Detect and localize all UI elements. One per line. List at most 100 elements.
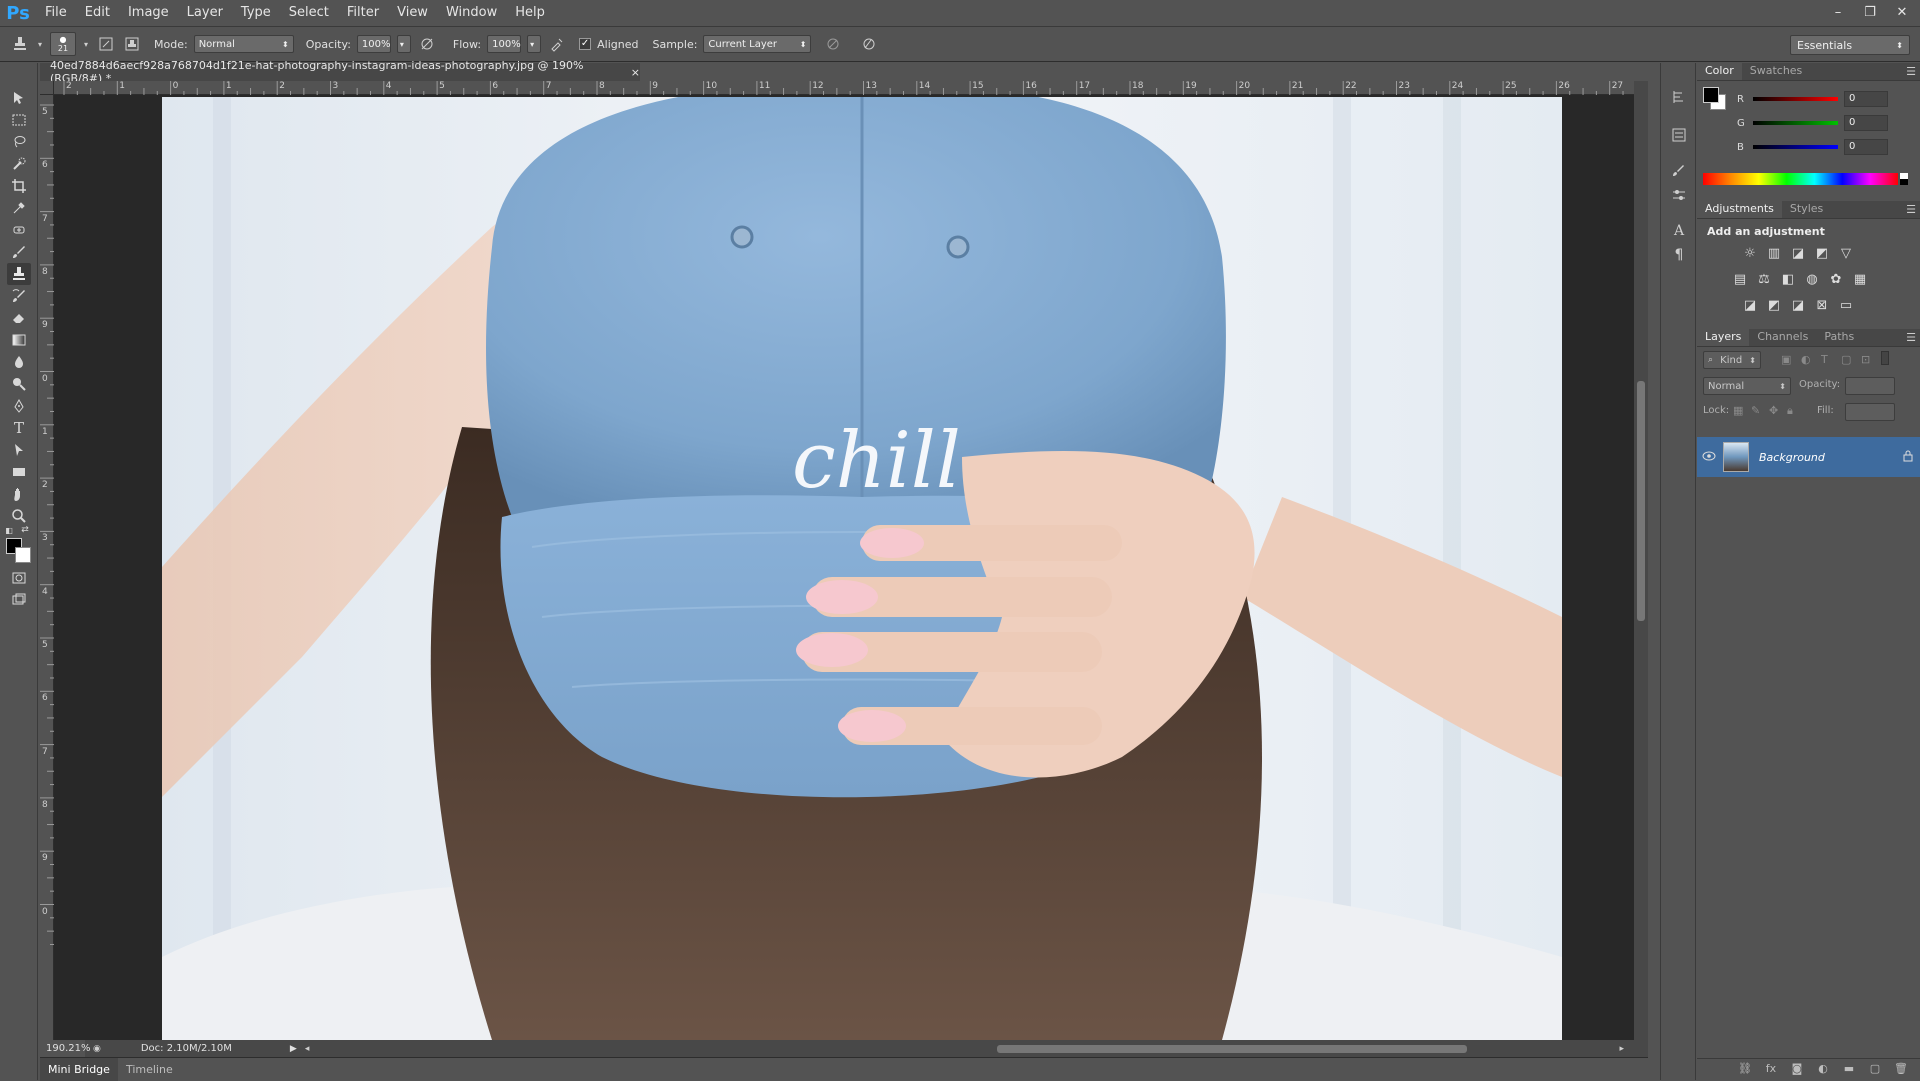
photo-filter-icon[interactable]: ◍ (1803, 271, 1821, 287)
menu-filter[interactable]: Filter (338, 0, 388, 26)
pen-tool-icon[interactable] (7, 395, 31, 417)
shape-filter-icon[interactable]: ▢ (1841, 353, 1851, 366)
threshold-icon[interactable]: ◪ (1789, 297, 1807, 313)
add-mask-icon[interactable]: ◙ (1788, 1062, 1806, 1078)
menu-window[interactable]: Window (437, 0, 506, 26)
panel-menu-icon[interactable]: ☰ (1906, 65, 1916, 78)
vertical-scroll-thumb[interactable] (1637, 381, 1645, 621)
panel-menu-icon[interactable]: ☰ (1906, 203, 1916, 216)
layer-row-background[interactable]: Background (1697, 437, 1920, 477)
workspace-select[interactable]: Essentials ⬍ (1790, 35, 1910, 55)
tab-paths[interactable]: Paths (1816, 328, 1862, 346)
character-panel-icon[interactable]: A (1669, 221, 1689, 241)
tab-timeline[interactable]: Timeline (118, 1058, 181, 1081)
layer-thumbnail[interactable] (1723, 442, 1749, 472)
menu-edit[interactable]: Edit (76, 0, 119, 26)
gradient-tool-icon[interactable] (7, 329, 31, 351)
default-colors-icon[interactable]: ◧ (4, 525, 14, 535)
menu-layer[interactable]: Layer (178, 0, 232, 26)
tab-adjustments[interactable]: Adjustments (1697, 200, 1782, 218)
vertical-ruler[interactable]: 5 6 7 8 9 0 1 2 3 4 5 6 7 8 9 0 (40, 95, 54, 1040)
rectangle-tool-icon[interactable] (7, 461, 31, 483)
invert-icon[interactable]: ◪ (1741, 297, 1759, 313)
menu-file[interactable]: File (36, 0, 76, 26)
marquee-tool-icon[interactable] (7, 109, 31, 131)
close-tab-icon[interactable]: × (631, 66, 640, 79)
canvas-area[interactable]: chill (54, 95, 1634, 1040)
quick-mask-icon[interactable] (7, 567, 31, 589)
close-button[interactable]: ✕ (1894, 5, 1910, 21)
background-color-swatch[interactable] (15, 547, 31, 563)
blue-slider[interactable] (1753, 145, 1838, 149)
horizontal-scrollbar[interactable] (309, 1040, 1619, 1057)
red-value[interactable]: 0 (1844, 91, 1888, 107)
menu-image[interactable]: Image (119, 0, 178, 26)
doc-size-info[interactable]: Doc: 2.10M/2.10M (141, 1043, 232, 1054)
levels-icon[interactable]: ▥ (1765, 245, 1783, 261)
airbrush-icon[interactable] (547, 34, 567, 54)
color-spectrum[interactable] (1703, 173, 1898, 185)
zoom-field[interactable]: 190.21% (40, 1040, 91, 1057)
restore-button[interactable]: ❐ (1862, 5, 1878, 21)
mode-select[interactable]: Normal ⬍ (193, 35, 294, 53)
blue-value[interactable]: 0 (1844, 139, 1888, 155)
sample-select[interactable]: Current Layer ⬍ (703, 35, 812, 53)
eyedropper-tool-icon[interactable] (7, 197, 31, 219)
clone-source-icon[interactable] (1669, 185, 1689, 205)
quick-selection-tool-icon[interactable] (7, 153, 31, 175)
fill-field[interactable] (1845, 403, 1895, 421)
black-swatch[interactable] (1900, 179, 1908, 185)
tab-channels[interactable]: Channels (1749, 328, 1816, 346)
opacity-dropdown[interactable]: ▾ (396, 35, 411, 53)
curves-icon[interactable]: ◪ (1789, 245, 1807, 261)
status-menu-arrow-icon[interactable]: ▶ (290, 1044, 297, 1054)
lock-all-icon[interactable]: 🔒︎ (1787, 404, 1793, 418)
chevron-down-icon[interactable]: ▾ (82, 34, 90, 54)
smart-object-filter-icon[interactable]: ⊡ (1861, 353, 1870, 366)
properties-panel-icon[interactable] (1669, 125, 1689, 145)
horizontal-ruler[interactable]: 2 1 0 1 2 3 4 5 6 7 8 9 10 11 12 13 14 15 16 17 18 19 20 21 22 23… (54, 81, 1634, 95)
pressure-opacity-icon[interactable] (417, 34, 437, 54)
chevron-down-icon[interactable]: ▾ (36, 34, 44, 54)
visibility-eye-icon[interactable] (1697, 450, 1721, 464)
scroll-right-icon[interactable]: ▸ (1619, 1044, 1624, 1054)
lock-position-icon[interactable]: ✥ (1769, 404, 1778, 417)
hue-saturation-icon[interactable]: ▤ (1731, 271, 1749, 287)
layer-style-icon[interactable]: fx (1762, 1062, 1780, 1078)
blur-tool-icon[interactable] (7, 351, 31, 373)
link-layers-icon[interactable]: ⛓︎ (1736, 1062, 1754, 1078)
flow-field[interactable]: 100% (487, 35, 522, 53)
zoom-tool-icon[interactable] (7, 505, 31, 527)
info-icon[interactable]: ◉ (93, 1044, 101, 1054)
paragraph-panel-icon[interactable]: ¶ (1669, 245, 1689, 265)
color-balance-icon[interactable]: ⚖ (1755, 271, 1773, 287)
new-group-icon[interactable]: ▬ (1840, 1062, 1858, 1078)
layer-name[interactable]: Background (1759, 451, 1896, 464)
tab-swatches[interactable]: Swatches (1742, 62, 1811, 80)
eraser-tool-icon[interactable] (7, 307, 31, 329)
menu-help[interactable]: Help (506, 0, 554, 26)
aligned-checkbox[interactable]: ✓ (579, 38, 592, 50)
screen-mode-icon[interactable] (7, 589, 31, 611)
adjustment-filter-icon[interactable]: ◐ (1801, 353, 1811, 366)
ruler-corner[interactable] (40, 81, 54, 95)
clone-stamp-preset-icon[interactable] (10, 34, 30, 54)
menu-view[interactable]: View (388, 0, 437, 26)
brush-presets-icon[interactable] (1669, 161, 1689, 181)
black-white-icon[interactable]: ◧ (1779, 271, 1797, 287)
type-filter-icon[interactable]: T (1821, 353, 1828, 366)
crop-tool-icon[interactable] (7, 175, 31, 197)
tab-styles[interactable]: Styles (1782, 200, 1831, 218)
clone-source-panel-icon[interactable] (122, 34, 142, 54)
filter-toggle[interactable] (1881, 351, 1889, 365)
history-panel-icon[interactable] (1669, 87, 1689, 107)
lock-transparent-icon[interactable]: ▦ (1733, 404, 1743, 417)
layer-opacity-field[interactable] (1845, 377, 1895, 395)
dodge-tool-icon[interactable] (7, 373, 31, 395)
tab-layers[interactable]: Layers (1697, 328, 1750, 346)
pressure-size-icon[interactable] (859, 34, 879, 54)
panel-menu-icon[interactable]: ☰ (1906, 331, 1916, 344)
gradient-map-icon[interactable]: ▭ (1837, 297, 1855, 313)
swap-colors-icon[interactable]: ⇄ (20, 525, 30, 535)
brightness-contrast-icon[interactable]: ☼ (1741, 245, 1759, 261)
